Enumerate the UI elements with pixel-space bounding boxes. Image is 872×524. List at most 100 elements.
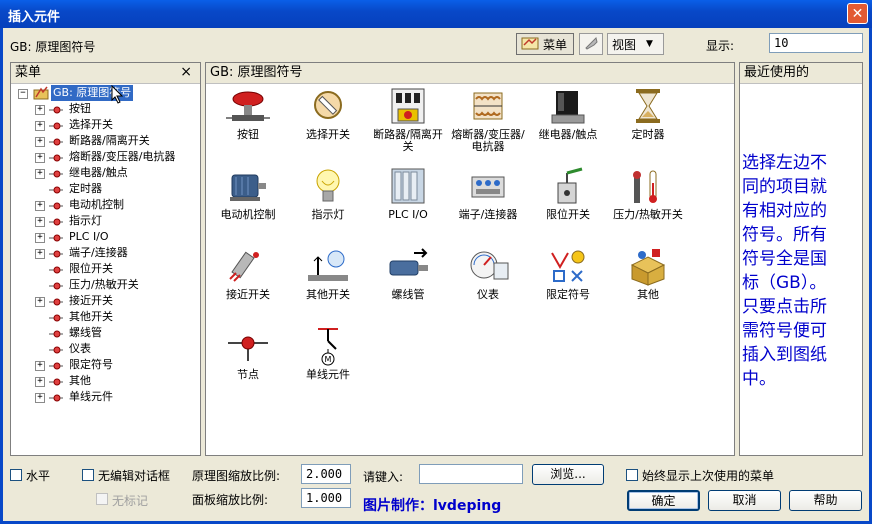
display-count-input[interactable] <box>769 33 863 53</box>
expand-icon[interactable]: + <box>35 361 45 371</box>
collapse-icon[interactable]: − <box>18 89 28 99</box>
symbol-item[interactable]: 仪表 <box>448 247 528 301</box>
pushbutton-icon <box>208 87 288 127</box>
tree-item[interactable]: + 继电器/触点 <box>15 165 195 181</box>
node-icon <box>49 312 63 322</box>
expand-icon[interactable]: + <box>35 233 45 243</box>
recent-note-line: 有相对应的 <box>742 201 827 221</box>
expand-icon[interactable]: + <box>35 217 45 227</box>
tree-item[interactable]: 定时器 <box>15 181 195 197</box>
help-button[interactable]: 帮助 <box>789 490 862 511</box>
tree-item[interactable]: 仪表 <box>15 341 195 357</box>
expand-icon[interactable]: + <box>35 121 45 131</box>
symbol-item[interactable]: 螺线管 <box>368 247 448 301</box>
expand-icon[interactable]: + <box>35 153 45 163</box>
tree-item-label: 按钮 <box>69 102 91 115</box>
cancel-button[interactable]: 取消 <box>708 490 781 511</box>
tree-item[interactable]: 螺线管 <box>15 325 195 341</box>
menu-pane-title: 菜单 <box>15 65 42 80</box>
expand-icon[interactable]: + <box>35 297 45 307</box>
node-icon <box>49 104 63 114</box>
tree-item[interactable]: + 选择开关 <box>15 117 195 133</box>
expand-icon[interactable]: + <box>35 393 45 403</box>
display-label: 显示: <box>706 39 735 53</box>
tree-item[interactable]: + 断路器/隔离开关 <box>15 133 195 149</box>
menu-pane-header: 菜单 × <box>11 63 200 84</box>
symbol-item[interactable]: 压力/热敏开关 <box>608 167 688 221</box>
tree-item[interactable]: + 电动机控制 <box>15 197 195 213</box>
expand-icon[interactable]: + <box>35 201 45 211</box>
symbol-item[interactable]: 定时器 <box>608 87 688 141</box>
tree-item[interactable]: + 限定符号 <box>15 357 195 373</box>
no-tag-checkbox[interactable] <box>96 493 108 505</box>
tree-item[interactable]: + 按钮 <box>15 101 195 117</box>
no-edit-dialog-checkbox[interactable] <box>82 469 94 481</box>
symbol-item[interactable]: 限定符号 <box>528 247 608 301</box>
expand-icon[interactable]: + <box>35 105 45 115</box>
motor-icon <box>208 167 288 207</box>
ok-button[interactable]: 确定 <box>627 490 700 511</box>
panel-scale-input[interactable] <box>301 488 351 508</box>
symbol-item[interactable]: 电动机控制 <box>208 167 288 221</box>
symbols-pane-header: GB: 原理图符号 <box>206 63 734 84</box>
type-in-input[interactable] <box>419 464 523 484</box>
symbol-item[interactable]: 节点 <box>208 327 288 381</box>
tree-item[interactable]: 其他开关 <box>15 309 195 325</box>
menu-toggle-label: 菜单 <box>543 37 568 52</box>
recent-note-line: 插入到图纸 <box>742 345 827 365</box>
tree-item[interactable]: + 其他 <box>15 373 195 389</box>
mouse-cursor-icon <box>111 84 125 108</box>
close-pane-icon[interactable]: × <box>180 63 192 82</box>
symbol-item[interactable]: 其他开关 <box>288 247 368 301</box>
expand-icon[interactable]: + <box>35 249 45 259</box>
symbol-item[interactable]: 限位开关 <box>528 167 608 221</box>
symbol-item[interactable]: M 单线元件 <box>288 327 368 381</box>
symbol-item[interactable]: PLC I/O <box>368 167 448 221</box>
expand-icon[interactable]: + <box>35 137 45 147</box>
symbol-item[interactable]: 其他 <box>608 247 688 301</box>
symbol-item[interactable]: 断路器/隔离开关 <box>368 87 448 153</box>
tool-button[interactable] <box>579 33 603 55</box>
recent-note-line: 需符号便可 <box>742 321 827 341</box>
schematic-scale-input[interactable] <box>301 464 351 484</box>
title-bar: 插入元件 ✕ <box>0 0 872 28</box>
close-window-button[interactable]: ✕ <box>847 3 868 24</box>
tree-item[interactable]: + 接近开关 <box>15 293 195 309</box>
symbol-item[interactable]: 指示灯 <box>288 167 368 221</box>
proximity-switch-icon <box>208 247 288 287</box>
symbol-item[interactable]: 接近开关 <box>208 247 288 301</box>
node-icon <box>49 152 63 162</box>
symbol-item[interactable]: 继电器/触点 <box>528 87 608 141</box>
symbol-label: 单线元件 <box>306 368 350 381</box>
view-dropdown[interactable]: 视图 ▼ <box>607 33 664 55</box>
menu-toggle-button[interactable]: 菜单 <box>516 33 574 55</box>
tree-item-label: 压力/热敏开关 <box>69 278 139 291</box>
pressure-switch-icon <box>608 167 688 207</box>
tree-item[interactable]: + 熔断器/变压器/电抗器 <box>15 149 195 165</box>
tree-item[interactable]: 限位开关 <box>15 261 195 277</box>
tree-item[interactable]: + 指示灯 <box>15 213 195 229</box>
tree-item[interactable]: 压力/热敏开关 <box>15 277 195 293</box>
symbol-label: 按钮 <box>237 128 259 141</box>
expand-icon[interactable]: + <box>35 169 45 179</box>
symbol-item[interactable]: 端子/连接器 <box>448 167 528 221</box>
symbol-item[interactable]: 熔断器/变压器/电抗器 <box>448 87 528 153</box>
tree-item[interactable]: + 端子/连接器 <box>15 245 195 261</box>
tree-item-label: 限位开关 <box>69 262 113 275</box>
other-box-icon <box>608 247 688 287</box>
expand-icon[interactable]: + <box>35 377 45 387</box>
symbol-label: 其他 <box>637 288 659 301</box>
symbols-pane: GB: 原理图符号 按钮 选择开关 断路器/隔离开关 熔断器/变压器/电抗器 继电器/触… <box>205 62 735 456</box>
horizontal-checkbox[interactable] <box>10 469 22 481</box>
tree-item-label: 熔断器/变压器/电抗器 <box>69 150 176 163</box>
node-icon <box>208 327 288 367</box>
always-show-checkbox[interactable] <box>626 469 638 481</box>
browse-button[interactable]: 浏览... <box>532 464 604 485</box>
tree-item[interactable]: + 单线元件 <box>15 389 195 405</box>
tree-item[interactable]: + PLC I/O <box>15 229 195 245</box>
tree-item-label: 单线元件 <box>69 390 113 403</box>
tree-root[interactable]: − GB: 原理图符号 <box>15 85 195 101</box>
symbol-item[interactable]: 按钮 <box>208 87 288 141</box>
selector-switch-icon <box>288 87 368 127</box>
symbol-item[interactable]: 选择开关 <box>288 87 368 141</box>
